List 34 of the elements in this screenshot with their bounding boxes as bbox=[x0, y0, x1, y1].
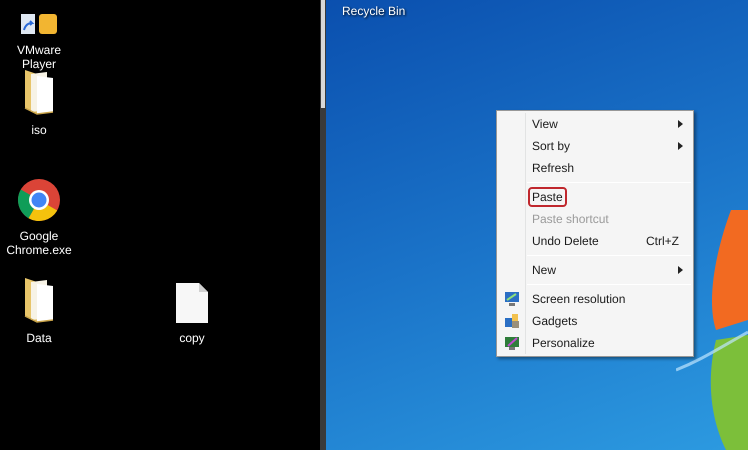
menu-item[interactable]: Sort by bbox=[497, 135, 693, 157]
menu-item-label: Sort by bbox=[532, 138, 570, 155]
submenu-arrow-icon bbox=[678, 266, 683, 274]
menu-item[interactable]: New bbox=[497, 259, 693, 281]
menu-item[interactable]: View bbox=[497, 113, 693, 135]
gadgets-icon bbox=[504, 313, 520, 329]
desktop-icon-label[interactable]: VMware Player bbox=[1, 43, 77, 71]
menu-item[interactable]: Gadgets bbox=[497, 310, 693, 332]
menu-item-label: Gadgets bbox=[532, 313, 578, 330]
monitor-icon bbox=[504, 291, 520, 307]
menu-item-label: New bbox=[532, 262, 556, 279]
shortcut-text: Ctrl+Z bbox=[646, 233, 679, 250]
menu-item-label: Undo Delete bbox=[532, 233, 599, 250]
menu-item-label: Refresh bbox=[532, 160, 574, 177]
browser-icon bbox=[17, 178, 61, 222]
desktop-icon-label[interactable]: iso bbox=[1, 123, 77, 137]
menu-item[interactable]: Paste bbox=[497, 186, 693, 208]
menu-item-label: Paste shortcut bbox=[532, 211, 609, 228]
desktop-icon-label[interactable]: copy bbox=[154, 331, 230, 345]
desktop-icon-label[interactable]: Data bbox=[1, 331, 77, 345]
menu-item[interactable]: Undo Delete Ctrl+Z bbox=[497, 230, 693, 252]
menu-item-label: Screen resolution bbox=[532, 291, 626, 308]
menu-item[interactable]: Refresh bbox=[497, 157, 693, 179]
menu-item-label: Personalize bbox=[532, 335, 595, 352]
menu-item-label: View bbox=[532, 116, 558, 133]
file-icon bbox=[175, 282, 209, 324]
desktop-icon-label[interactable]: Recycle Bin bbox=[342, 2, 406, 20]
personalize-icon bbox=[504, 335, 520, 351]
desktop-icon-label[interactable]: Google Chrome.exe bbox=[1, 229, 77, 257]
submenu-arrow-icon bbox=[678, 120, 683, 128]
menu-item-label: Paste bbox=[528, 187, 567, 207]
menu-item[interactable]: Personalize bbox=[497, 332, 693, 354]
submenu-arrow-icon bbox=[678, 142, 683, 150]
menu-item[interactable]: Screen resolution bbox=[497, 288, 693, 310]
